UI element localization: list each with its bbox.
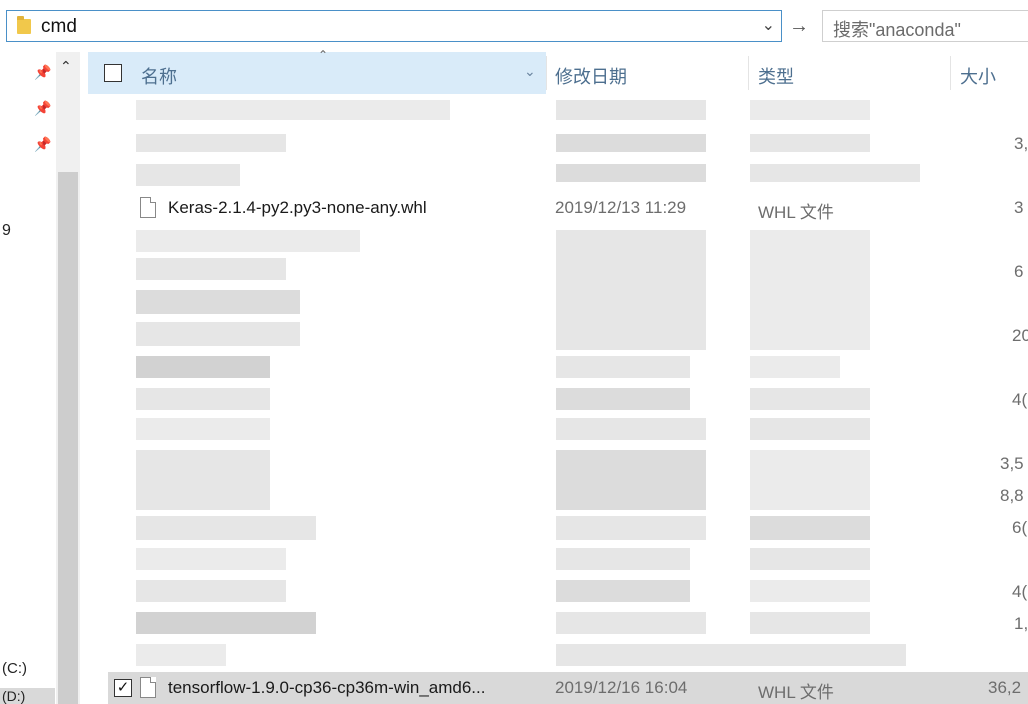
- file-size: 4(: [1012, 390, 1028, 409]
- column-divider[interactable]: [546, 56, 547, 90]
- nav-item-label[interactable]: 9: [2, 222, 11, 240]
- chevron-up-icon[interactable]: ⌃: [60, 58, 72, 75]
- pin-icon[interactable]: 📌: [34, 136, 51, 153]
- file-size: 6(: [1012, 518, 1028, 537]
- file-icon: [140, 677, 156, 698]
- arrow-right-icon[interactable]: →: [786, 14, 812, 38]
- row-checkbox[interactable]: ✓: [114, 679, 132, 697]
- file-row[interactable]: Keras-2.1.4-py2.py3-none-any.whl 2019/12…: [108, 192, 1028, 224]
- file-size: 20: [1012, 326, 1028, 345]
- column-divider[interactable]: [950, 56, 951, 90]
- select-all-checkbox[interactable]: [104, 64, 122, 82]
- file-row-selected[interactable]: ✓ tensorflow-1.9.0-cp36-cp36m-win_amd6..…: [108, 672, 1028, 704]
- address-path[interactable]: cmd: [41, 16, 77, 38]
- nav-scrollbar[interactable]: ⌃: [56, 52, 80, 704]
- file-icon: [140, 197, 156, 218]
- search-input[interactable]: 搜索"anaconda": [833, 16, 961, 42]
- file-name[interactable]: tensorflow-1.9.0-cp36-cp36m-win_amd6...: [168, 678, 485, 698]
- pin-icon[interactable]: 📌: [34, 100, 51, 117]
- chevron-down-icon[interactable]: ⌄: [524, 63, 536, 80]
- folder-icon: [17, 16, 31, 34]
- file-size: 3: [1014, 198, 1024, 217]
- file-date: 2019/12/13 11:29: [555, 198, 687, 217]
- file-size: 36,2: [988, 678, 1022, 697]
- file-size: 6: [1014, 262, 1024, 281]
- nav-drive-d[interactable]: (D:): [0, 688, 55, 704]
- pin-icon[interactable]: 📌: [34, 64, 51, 81]
- column-name-label[interactable]: 名称: [141, 63, 177, 89]
- scroll-thumb[interactable]: [58, 172, 78, 704]
- search-box[interactable]: 搜索"anaconda": [822, 10, 1028, 42]
- file-size: 8,8: [1000, 486, 1024, 505]
- file-type: WHL 文件: [758, 683, 834, 702]
- column-divider[interactable]: [748, 56, 749, 90]
- file-type: WHL 文件: [758, 203, 834, 222]
- sort-ascending-icon: ⌃: [318, 48, 329, 62]
- file-date: 2019/12/16 16:04: [555, 678, 688, 697]
- file-size: 3,: [1014, 134, 1028, 153]
- nav-drive-c[interactable]: (C:): [2, 660, 27, 677]
- address-bar[interactable]: cmd ⌄: [6, 10, 782, 42]
- column-type-label[interactable]: 类型: [758, 63, 794, 89]
- file-size: 1,: [1014, 614, 1028, 633]
- column-header: 名称 ⌃ ⌄ 修改日期 类型 大小: [88, 48, 1028, 94]
- file-name[interactable]: Keras-2.1.4-py2.py3-none-any.whl: [168, 198, 427, 218]
- column-date-label[interactable]: 修改日期: [555, 63, 627, 89]
- file-size: 3,5: [1000, 454, 1024, 473]
- column-size-label[interactable]: 大小: [960, 63, 996, 89]
- file-size: 4(: [1012, 582, 1028, 601]
- chevron-down-icon[interactable]: ⌄: [762, 15, 775, 35]
